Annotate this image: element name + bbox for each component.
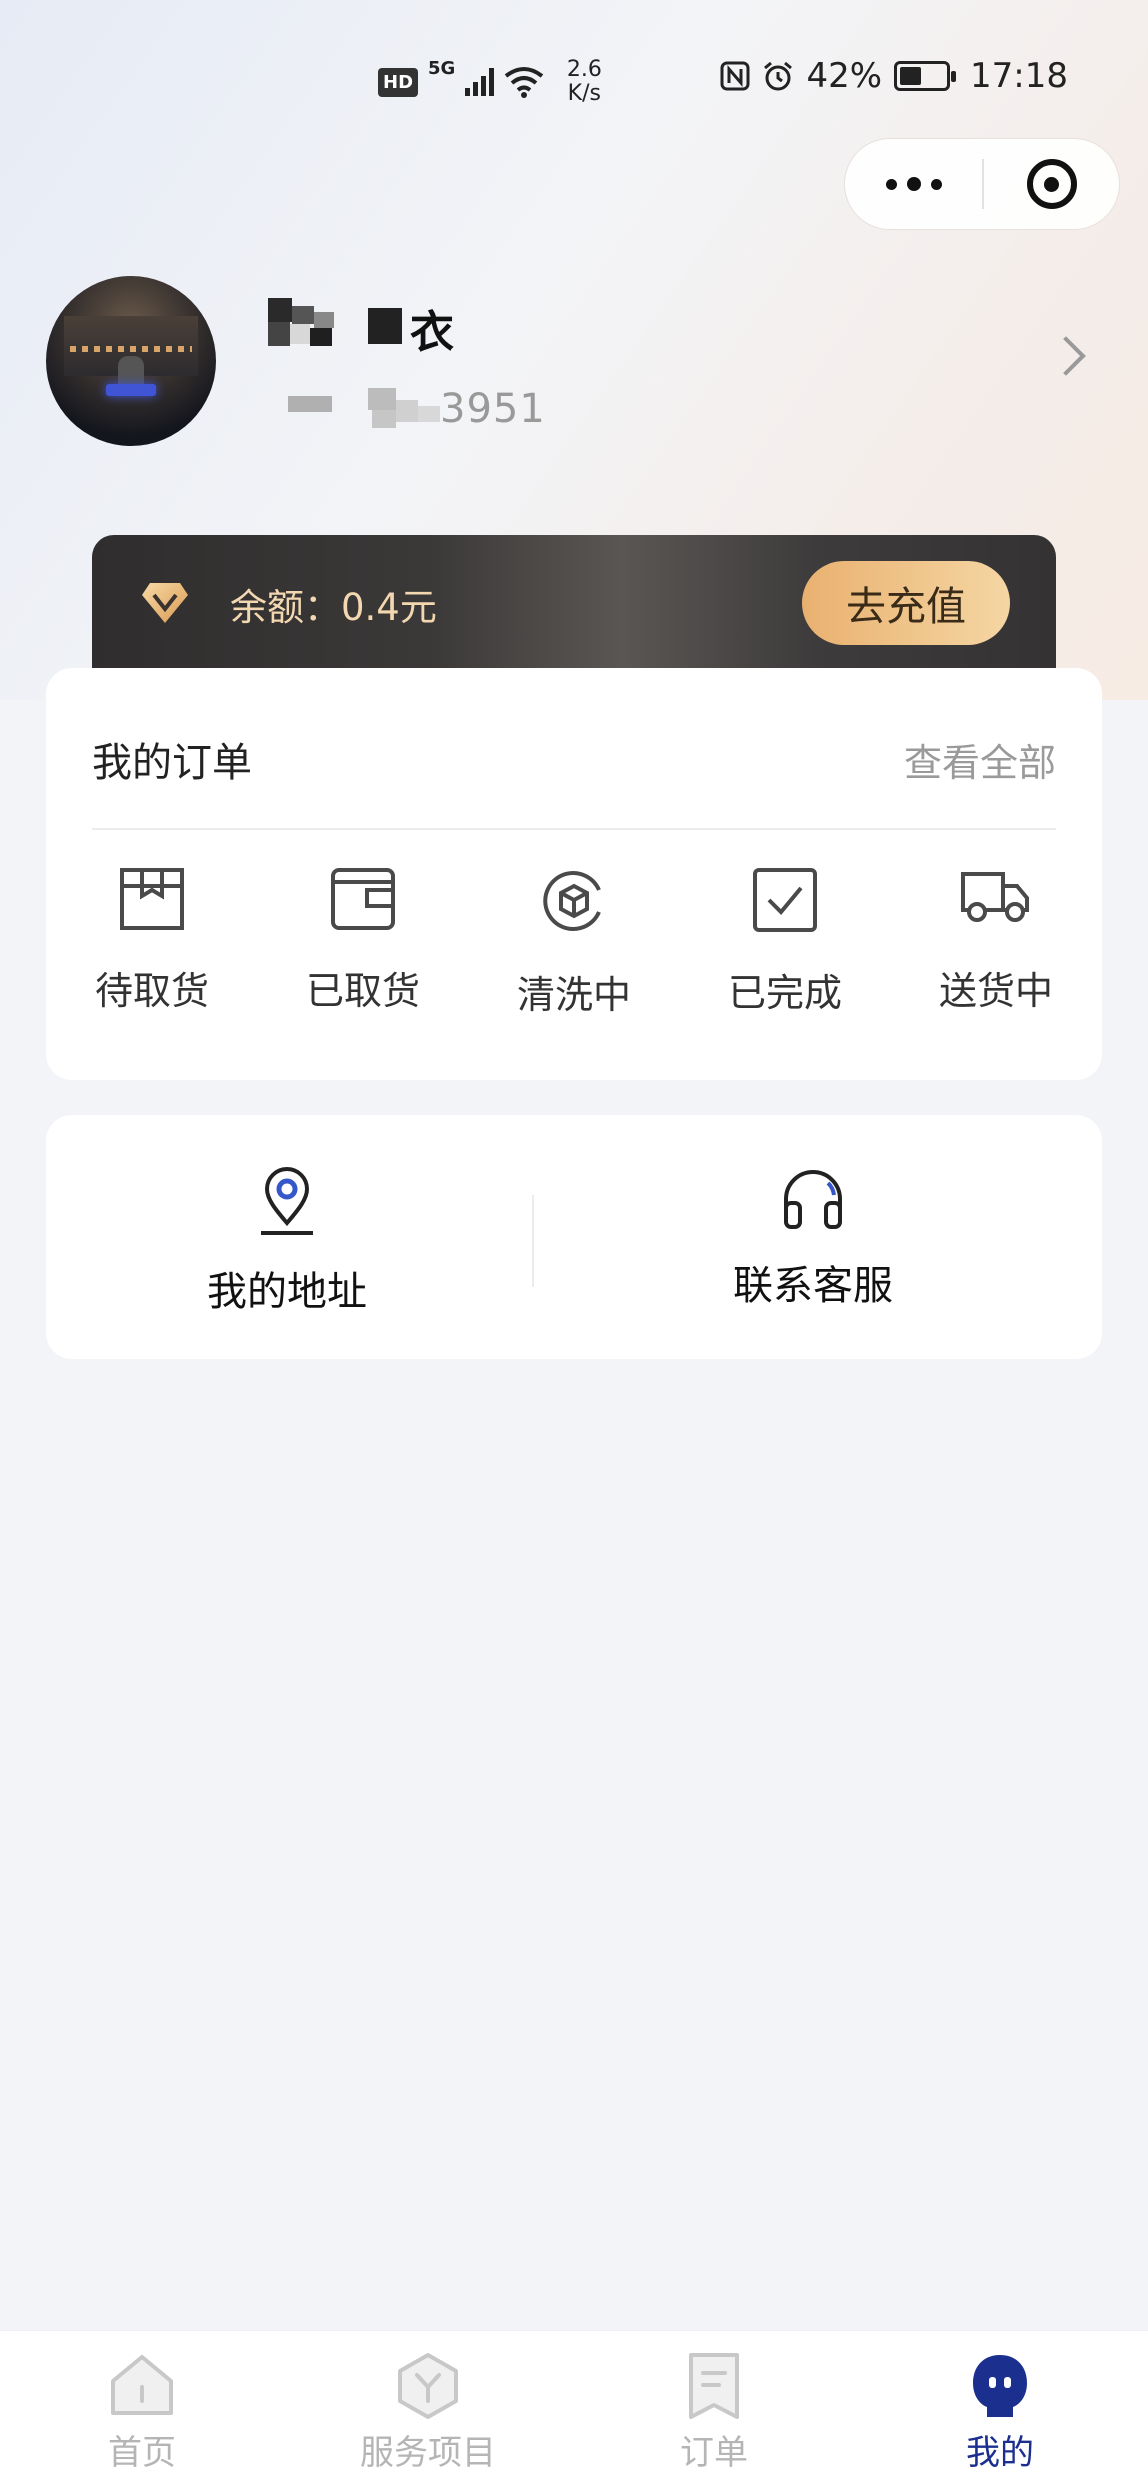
service-label: 联系客服 <box>733 1263 893 1309</box>
service-icon <box>398 2353 458 2419</box>
bottom-tab-bar: 首页 服务项目 订单 我的 <box>0 2330 1148 2492</box>
home-icon <box>111 2355 173 2415</box>
tab-label: 订单 <box>680 2433 748 2473</box>
location-pin-icon <box>261 1167 313 1235</box>
tab-label: 我的 <box>966 2433 1034 2473</box>
user-phone: 3951 <box>440 386 546 432</box>
tab-profile[interactable]: 我的 <box>900 2351 1100 2474</box>
wifi-icon <box>505 67 544 98</box>
package-icon <box>120 868 184 930</box>
tab-home[interactable]: 首页 <box>42 2351 242 2474</box>
alarm-icon <box>764 61 793 91</box>
target-icon <box>1026 159 1077 209</box>
order-status-washing[interactable]: 清洗中 <box>494 868 654 1019</box>
order-status-completed[interactable]: 已完成 <box>705 868 865 1017</box>
orders-title: 我的订单 <box>92 740 252 786</box>
recharge-button[interactable]: 去充值 <box>802 561 1010 645</box>
battery-percent: 42% <box>806 56 883 96</box>
truck-icon <box>961 872 1029 922</box>
balance-card: 余额：0.4元 去充值 <box>92 535 1056 675</box>
tab-services[interactable]: 服务项目 <box>328 2351 528 2474</box>
network-type: 5G <box>428 58 456 79</box>
balance-amount: 余额：0.4元 <box>230 586 437 629</box>
tab-label: 服务项目 <box>360 2433 496 2473</box>
phone-pixelation <box>268 388 458 434</box>
orders-divider <box>92 828 1056 830</box>
profile-icon <box>973 2355 1027 2417</box>
order-status-delivering[interactable]: 送货中 <box>916 868 1076 1015</box>
nfc-icon <box>720 61 750 91</box>
name-pixelation <box>268 298 402 350</box>
contact-support-button[interactable]: 联系客服 <box>663 1165 963 1311</box>
wallet-icon <box>331 868 395 930</box>
order-status-label: 送货中 <box>938 969 1053 1013</box>
tab-orders[interactable]: 订单 <box>614 2351 814 2474</box>
avatar[interactable] <box>46 276 216 446</box>
order-icon <box>689 2353 739 2419</box>
signal-icon <box>465 68 495 96</box>
washing-icon <box>543 871 601 931</box>
status-bar: HD 5G 2.6 K/s 42% 17:18 <box>0 50 1148 110</box>
net-speed: 2.6 K/s <box>566 57 602 106</box>
order-status-label: 清洗中 <box>516 973 631 1017</box>
tab-label: 首页 <box>108 2433 176 2473</box>
my-address-button[interactable]: 我的地址 <box>137 1165 437 1317</box>
my-orders-card: 我的订单 查看全部 待取货 已取货 清洗中 已完成 送货中 <box>46 668 1102 1080</box>
order-status-picked-up[interactable]: 已取货 <box>283 868 443 1015</box>
diamond-icon <box>142 583 188 623</box>
hd-badge: HD <box>378 67 419 97</box>
services-divider <box>532 1195 534 1287</box>
mini-program-capsule <box>844 138 1120 230</box>
close-mini-program-button[interactable] <box>984 139 1119 229</box>
order-status-label: 已取货 <box>305 969 420 1013</box>
service-label: 我的地址 <box>207 1269 367 1315</box>
clock-time: 17:18 <box>970 56 1068 96</box>
view-all-orders-link[interactable]: 查看全部 <box>904 732 1056 787</box>
more-options-button[interactable] <box>845 139 982 229</box>
user-name: 衣 <box>410 307 456 358</box>
order-status-label: 已完成 <box>727 971 842 1015</box>
headset-icon <box>784 1170 842 1229</box>
order-status-label: 待取货 <box>94 969 209 1013</box>
order-status-pending-pickup[interactable]: 待取货 <box>72 868 232 1015</box>
services-card: 我的地址 联系客服 <box>46 1115 1102 1359</box>
battery-icon <box>894 61 957 91</box>
checkbox-icon <box>753 868 817 932</box>
